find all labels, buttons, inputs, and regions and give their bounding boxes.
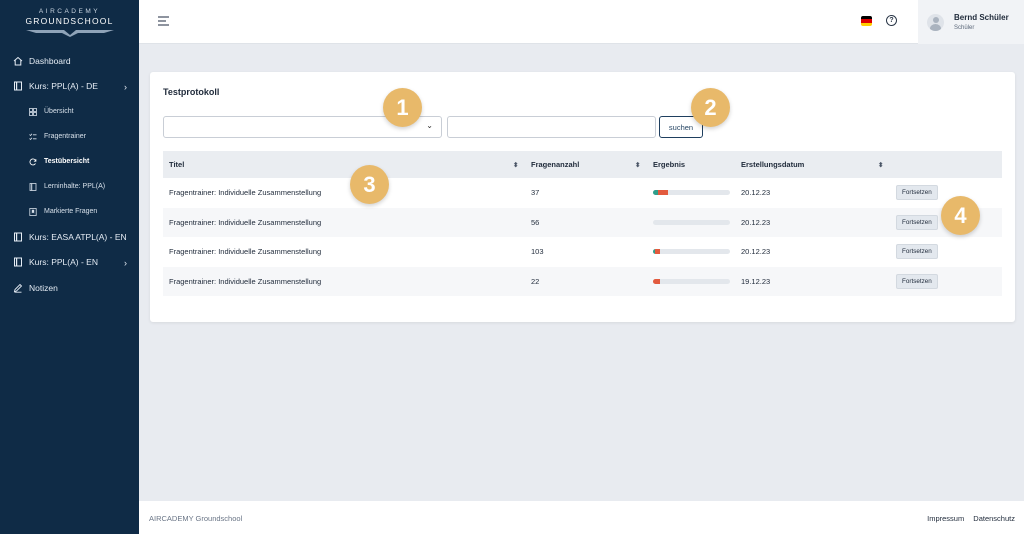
result-bar (653, 190, 730, 196)
sidebar-item-label: Fragentrainer (44, 133, 87, 140)
page-title: Testprotokoll (163, 87, 220, 97)
callout-marker-3: 3 (350, 165, 389, 204)
book-icon (13, 257, 23, 267)
sidebar-item-label: Kurs: PPL(A) - EN (29, 257, 98, 268)
chevron-down-icon: ⌄ (426, 121, 433, 130)
chevron-right-icon: › (124, 81, 127, 92)
home-icon (13, 56, 23, 66)
refresh-icon (29, 157, 37, 166)
wings-icon (25, 29, 114, 37)
footer-brand: AIRCADEMY Groundschool (149, 514, 243, 523)
flag-stripe-gold (861, 22, 872, 26)
callout-marker-1: 1 (383, 88, 422, 127)
menu-toggle-icon[interactable] (157, 15, 171, 27)
column-header-title: Titel (169, 160, 185, 169)
resume-button[interactable]: Fortsetzen (896, 185, 938, 201)
column-header-count: Fragenanzahl (531, 160, 580, 169)
row-count: 103 (531, 247, 544, 257)
row-count: 56 (531, 217, 540, 227)
footer: AIRCADEMY Groundschool Impressum Datensc… (139, 501, 1024, 534)
resume-button[interactable]: Fortsetzen (896, 214, 938, 230)
sidebar-item-overview[interactable]: Übersicht (0, 99, 139, 124)
user-menu[interactable]: Bernd Schüler Schüler (918, 0, 1024, 44)
privacy-link[interactable]: Datenschutz (973, 514, 1015, 523)
row-date: 20.12.23 (741, 188, 771, 198)
chevron-right-icon: › (124, 257, 127, 268)
book-icon (13, 81, 23, 91)
sidebar-item-course-atpl-en[interactable]: Kurs: EASA ATPL(A) - EN (0, 224, 139, 250)
list-check-icon (29, 133, 37, 141)
result-wrong-segment (658, 190, 668, 196)
bookmark-icon (29, 207, 37, 216)
row-count: 22 (531, 276, 540, 286)
book-icon (29, 182, 37, 191)
table-header: Titel ⬍ Fragenanzahl ⬍ Ergebnis Erstellu… (163, 151, 1002, 178)
sidebar-item-dashboard[interactable]: Dashboard (0, 48, 139, 74)
sidebar-item-notes[interactable]: Notizen (0, 275, 139, 301)
sidebar-item-label: Testübersicht (44, 158, 90, 165)
result-wrong-segment (653, 278, 660, 284)
brand-logo[interactable]: AIRCADEMY GROUNDSCHOOL (0, 0, 139, 44)
sidebar-item-marked-questions[interactable]: Markierte Fragen (0, 199, 139, 224)
row-title: Fragentrainer: Individuelle Zusammenstel… (169, 276, 322, 286)
user-role: Schüler (954, 25, 975, 31)
row-count: 37 (531, 188, 540, 198)
sidebar-item-course-ppl-de[interactable]: Kurs: PPL(A) - DE › (0, 74, 139, 100)
callout-marker-2: 2 (691, 88, 730, 127)
pencil-icon (13, 283, 23, 293)
table-row: Fragentrainer: Individuelle Zusammenstel… (163, 178, 1002, 208)
row-title: Fragentrainer: Individuelle Zusammenstel… (169, 217, 322, 227)
sidebar-item-course-ppl-en[interactable]: Kurs: PPL(A) - EN › (0, 250, 139, 276)
sidebar: AIRCADEMY GROUNDSCHOOL Dashboard Kurs: P… (0, 0, 139, 534)
sidebar-item-label: Notizen (29, 282, 58, 293)
table-row: Fragentrainer: Individuelle Zusammenstel… (163, 266, 1002, 296)
result-bar (653, 278, 730, 284)
book-icon (13, 232, 23, 242)
top-header: ? Bernd Schüler Schüler (139, 0, 1024, 44)
sidebar-item-label: Kurs: PPL(A) - DE (29, 81, 98, 92)
table-row: Fragentrainer: Individuelle Zusammenstel… (163, 237, 1002, 267)
footer-links: Impressum Datenschutz (920, 514, 1015, 523)
row-title: Fragentrainer: Individuelle Zusammenstel… (169, 247, 322, 257)
result-bar (653, 219, 730, 225)
sidebar-item-label: Markierte Fragen (44, 208, 98, 215)
sidebar-item-label: Übersicht (44, 108, 74, 115)
avatar (927, 13, 944, 31)
row-date: 19.12.23 (741, 276, 771, 286)
help-icon[interactable]: ? (886, 15, 897, 26)
sidebar-item-label: Dashboard (29, 55, 71, 66)
user-name: Bernd Schüler (954, 13, 1009, 22)
test-log-table: Titel ⬍ Fragenanzahl ⬍ Ergebnis Erstellu… (163, 151, 1002, 296)
row-date: 20.12.23 (741, 247, 771, 257)
table-row: Fragentrainer: Individuelle Zusammenstel… (163, 207, 1002, 237)
sidebar-nav: Dashboard Kurs: PPL(A) - DE › Übersicht … (0, 48, 139, 301)
column-header-result: Ergebnis (653, 160, 686, 169)
column-header-date: Erstellungsdatum (741, 160, 805, 169)
sidebar-item-label: Kurs: EASA ATPL(A) - EN (29, 231, 127, 242)
resume-button[interactable]: Fortsetzen (896, 273, 938, 289)
sidebar-item-learning-content[interactable]: Lerninhalte: PPL(A) (0, 174, 139, 199)
row-title: Fragentrainer: Individuelle Zusammenstel… (169, 188, 322, 198)
sidebar-item-question-trainer[interactable]: Fragentrainer (0, 124, 139, 149)
callout-marker-4: 4 (941, 196, 980, 235)
grid-icon (29, 107, 37, 116)
sidebar-item-label: Lerninhalte: PPL(A) (44, 183, 106, 190)
imprint-link[interactable]: Impressum (927, 514, 964, 523)
row-date: 20.12.23 (741, 217, 771, 227)
sort-icon[interactable]: ⬍ (513, 161, 518, 169)
sort-icon[interactable]: ⬍ (878, 161, 883, 169)
brand-line1: AIRCADEMY (38, 7, 101, 15)
result-wrong-segment (654, 249, 660, 255)
german-flag-icon[interactable] (861, 16, 872, 26)
test-log-card: Testprotokoll ⌄ suchen Titel ⬍ Fragenanz… (150, 72, 1015, 322)
sort-icon[interactable]: ⬍ (635, 161, 640, 169)
brand-line2: GROUNDSCHOOL (25, 15, 114, 26)
result-bar (653, 249, 730, 255)
search-input[interactable] (447, 116, 656, 138)
resume-button[interactable]: Fortsetzen (896, 244, 938, 260)
sidebar-item-test-overview[interactable]: Testübersicht (0, 149, 139, 174)
